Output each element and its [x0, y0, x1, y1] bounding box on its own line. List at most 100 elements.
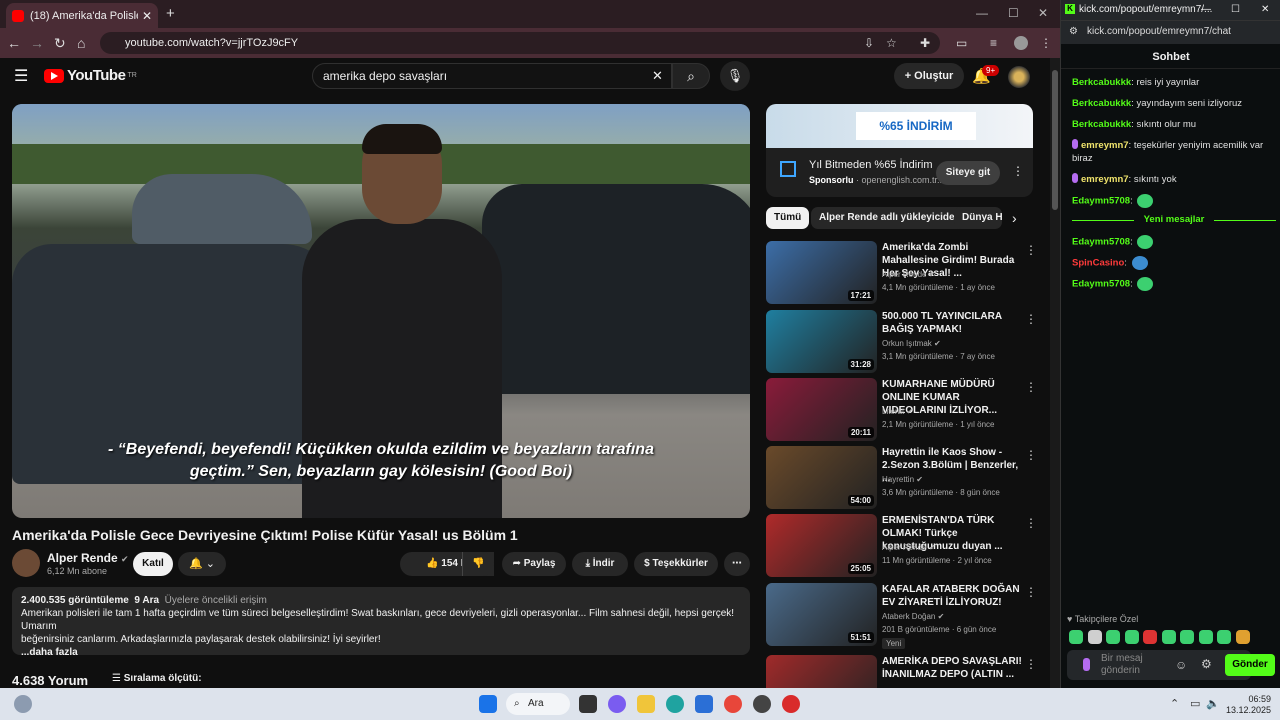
file-explorer-icon[interactable] — [637, 695, 655, 713]
more-options-icon[interactable]: ⋮ — [1025, 243, 1037, 257]
tray-chevron-icon[interactable]: ⌃ — [1170, 697, 1179, 710]
kick-site-info-icon[interactable]: ⚙ — [1069, 21, 1078, 43]
video-player[interactable]: - “Beyefendi, beyefendi! Küçükken okulda… — [12, 104, 750, 518]
send-button[interactable]: Gönder — [1225, 654, 1275, 676]
more-options-icon[interactable]: ⋮ — [1025, 516, 1037, 530]
kick-maximize-icon[interactable]: ☐ — [1231, 0, 1240, 20]
emote-icon[interactable] — [1198, 630, 1213, 644]
close-tab-icon[interactable]: ✕ — [142, 9, 152, 23]
download-button[interactable]: ⤓ İndir — [572, 552, 628, 576]
video-thumbnail[interactable]: 31:28 — [766, 310, 877, 373]
kick-url-bar[interactable]: ⚙ kick.com/popout/emreymn7/chat — [1061, 20, 1280, 44]
bookmark-star-icon[interactable]: ☆ — [886, 36, 897, 50]
home-icon[interactable]: ⌂ — [77, 35, 85, 51]
video-thumbnail[interactable]: 25:05 — [766, 514, 877, 577]
taskbar-search[interactable]: ⌕ Ara — [506, 693, 570, 715]
emote-icon[interactable] — [1069, 630, 1083, 644]
chat-username[interactable]: Edaymn5708 — [1072, 279, 1130, 290]
emote-icon[interactable] — [1087, 630, 1102, 644]
clear-search-icon[interactable]: ✕ — [652, 68, 663, 84]
store-icon[interactable] — [695, 695, 713, 713]
thanks-button[interactable]: $ Teşekkürler — [634, 552, 718, 576]
show-more-link[interactable]: ...daha fazla — [21, 646, 741, 659]
emote-icon[interactable] — [1124, 630, 1139, 644]
url-field[interactable]: youtube.com/watch?v=jjrTOzJ9cFY — [100, 32, 940, 54]
browser-tab[interactable]: (18) Amerika'da Polisle Gec ✕ — [6, 3, 158, 28]
chat-username[interactable]: Edaymn5708 — [1072, 196, 1130, 207]
kick-minimize-icon[interactable]: — — [1201, 0, 1211, 20]
new-tab-icon[interactable]: + — [166, 5, 175, 22]
more-actions-button[interactable]: ⋯ — [724, 552, 750, 576]
chat-username[interactable]: Berkcabukkk — [1072, 77, 1131, 88]
video-thumbnail[interactable] — [766, 655, 877, 688]
youtube-logo[interactable]: YouTube TR — [44, 67, 137, 84]
more-options-icon[interactable]: ⋮ — [1025, 657, 1037, 671]
chip-all[interactable]: Tümü — [766, 207, 810, 229]
menu-dots-icon[interactable]: ⋮ — [1040, 36, 1052, 50]
recommended-channel[interactable]: Hayrettin ✔ — [882, 475, 923, 484]
recommended-video[interactable]: 25:05 ERMENİSTAN'DA TÜRK OLMAK! Türkçe ko… — [766, 514, 1042, 578]
chip-next-chevron-icon[interactable]: › — [1012, 210, 1017, 226]
install-icon[interactable]: ⇩ — [864, 36, 874, 50]
edge-icon[interactable] — [666, 695, 684, 713]
recommended-title[interactable]: 500.000 TL YAYINCILARA BAĞIŞ YAPMAK! — [882, 310, 1022, 336]
video-thumbnail[interactable]: 17:21 — [766, 241, 877, 304]
emote-icon[interactable] — [1180, 630, 1194, 644]
chat-username[interactable]: Berkcabukkk — [1072, 119, 1131, 130]
chrome-icon[interactable] — [724, 695, 742, 713]
reload-icon[interactable]: ↻ — [54, 35, 66, 52]
emote-icon[interactable] — [1143, 630, 1157, 644]
emote-icon[interactable] — [1217, 630, 1231, 644]
create-button[interactable]: + Oluştur — [894, 63, 964, 89]
video-thumbnail[interactable]: 51:51 — [766, 583, 877, 646]
widgets-icon[interactable] — [14, 695, 32, 713]
recommended-title[interactable]: KAFALAR ATABERK DOĞAN EV ZİYARETİ İZLİYO… — [882, 583, 1022, 609]
new-messages-divider[interactable]: Yeni mesajlar — [1072, 214, 1276, 226]
emote-icon[interactable] — [1235, 630, 1250, 644]
recommended-channel[interactable]: Alper Rende ✔ — [882, 543, 935, 552]
maximize-icon[interactable]: ☐ — [1008, 6, 1019, 20]
chat-settings-icon[interactable]: ⚙ — [1201, 657, 1212, 671]
ad-more-icon[interactable]: ⋮ — [1012, 164, 1024, 178]
start-icon[interactable] — [479, 695, 497, 713]
search-input[interactable]: amerika depo savaşları — [312, 63, 672, 89]
emote-icon[interactable] — [1161, 630, 1176, 644]
search-button[interactable]: ⌕ — [672, 63, 710, 89]
join-button[interactable]: Katıl — [133, 552, 173, 576]
channel-avatar[interactable] — [12, 549, 40, 577]
minimize-icon[interactable]: — — [976, 6, 988, 20]
chat-mic-icon[interactable] — [1083, 658, 1090, 671]
chat-username[interactable]: Berkcabukkk — [1072, 98, 1131, 109]
media-icon[interactable]: ≡ — [990, 36, 997, 50]
chip-uploader[interactable]: Alper Rende adlı yükleyiciden — [811, 207, 969, 229]
close-window-icon[interactable]: ✕ — [1038, 6, 1048, 20]
dislike-button[interactable]: 👎 — [462, 552, 494, 576]
share-button[interactable]: ➦ Paylaş — [502, 552, 566, 576]
volume-icon[interactable]: 🔈 — [1206, 697, 1220, 710]
cast-icon[interactable]: ▭ — [956, 36, 967, 50]
recommended-channel[interactable]: Orkun Işıtmak ✔ — [882, 339, 941, 348]
taskbar-clock[interactable]: 06:59 13.12.2025 — [1226, 694, 1271, 716]
chat-username[interactable]: SpinCasino — [1072, 258, 1124, 269]
visit-site-button[interactable]: Siteye git — [936, 161, 1000, 185]
recommended-title[interactable]: AMERİKA DEPO SAVAŞLARI! İNANILMAZ DEPO (… — [882, 655, 1022, 681]
recommended-channel[interactable]: Ataberk Doğan ✔ — [882, 612, 944, 621]
copilot-icon[interactable] — [608, 695, 626, 713]
hamburger-menu-icon[interactable]: ☰ — [14, 66, 28, 86]
recorder-icon[interactable] — [782, 695, 800, 713]
chip-world[interactable]: Dünya H — [954, 207, 1002, 229]
profile-avatar[interactable] — [1014, 36, 1028, 50]
kick-close-icon[interactable]: ✕ — [1261, 0, 1269, 20]
recommended-video[interactable]: 17:21 Amerika'da Zombi Mahallesine Girdim… — [766, 241, 1042, 305]
more-options-icon[interactable]: ⋮ — [1025, 380, 1037, 394]
more-options-icon[interactable]: ⋮ — [1025, 585, 1037, 599]
network-icon[interactable]: ▭ — [1190, 697, 1200, 710]
recommended-video[interactable]: 54:00 Hayrettin ile Kaos Show - 2.Sezon 3… — [766, 446, 1042, 510]
recommended-video[interactable]: 31:28 500.000 TL YAYINCILARA BAĞIŞ YAPMAK… — [766, 310, 1042, 374]
chat-username[interactable]: emreymn7 — [1081, 140, 1129, 151]
sort-comments-button[interactable]: ☰ Sıralama ölçütü: — [112, 673, 202, 684]
video-thumbnail[interactable]: 20:11 — [766, 378, 877, 441]
app-icon[interactable] — [753, 695, 771, 713]
scrollbar-thumb[interactable] — [1052, 70, 1058, 210]
subscription-bell-button[interactable]: 🔔 ⌄ — [178, 552, 226, 576]
